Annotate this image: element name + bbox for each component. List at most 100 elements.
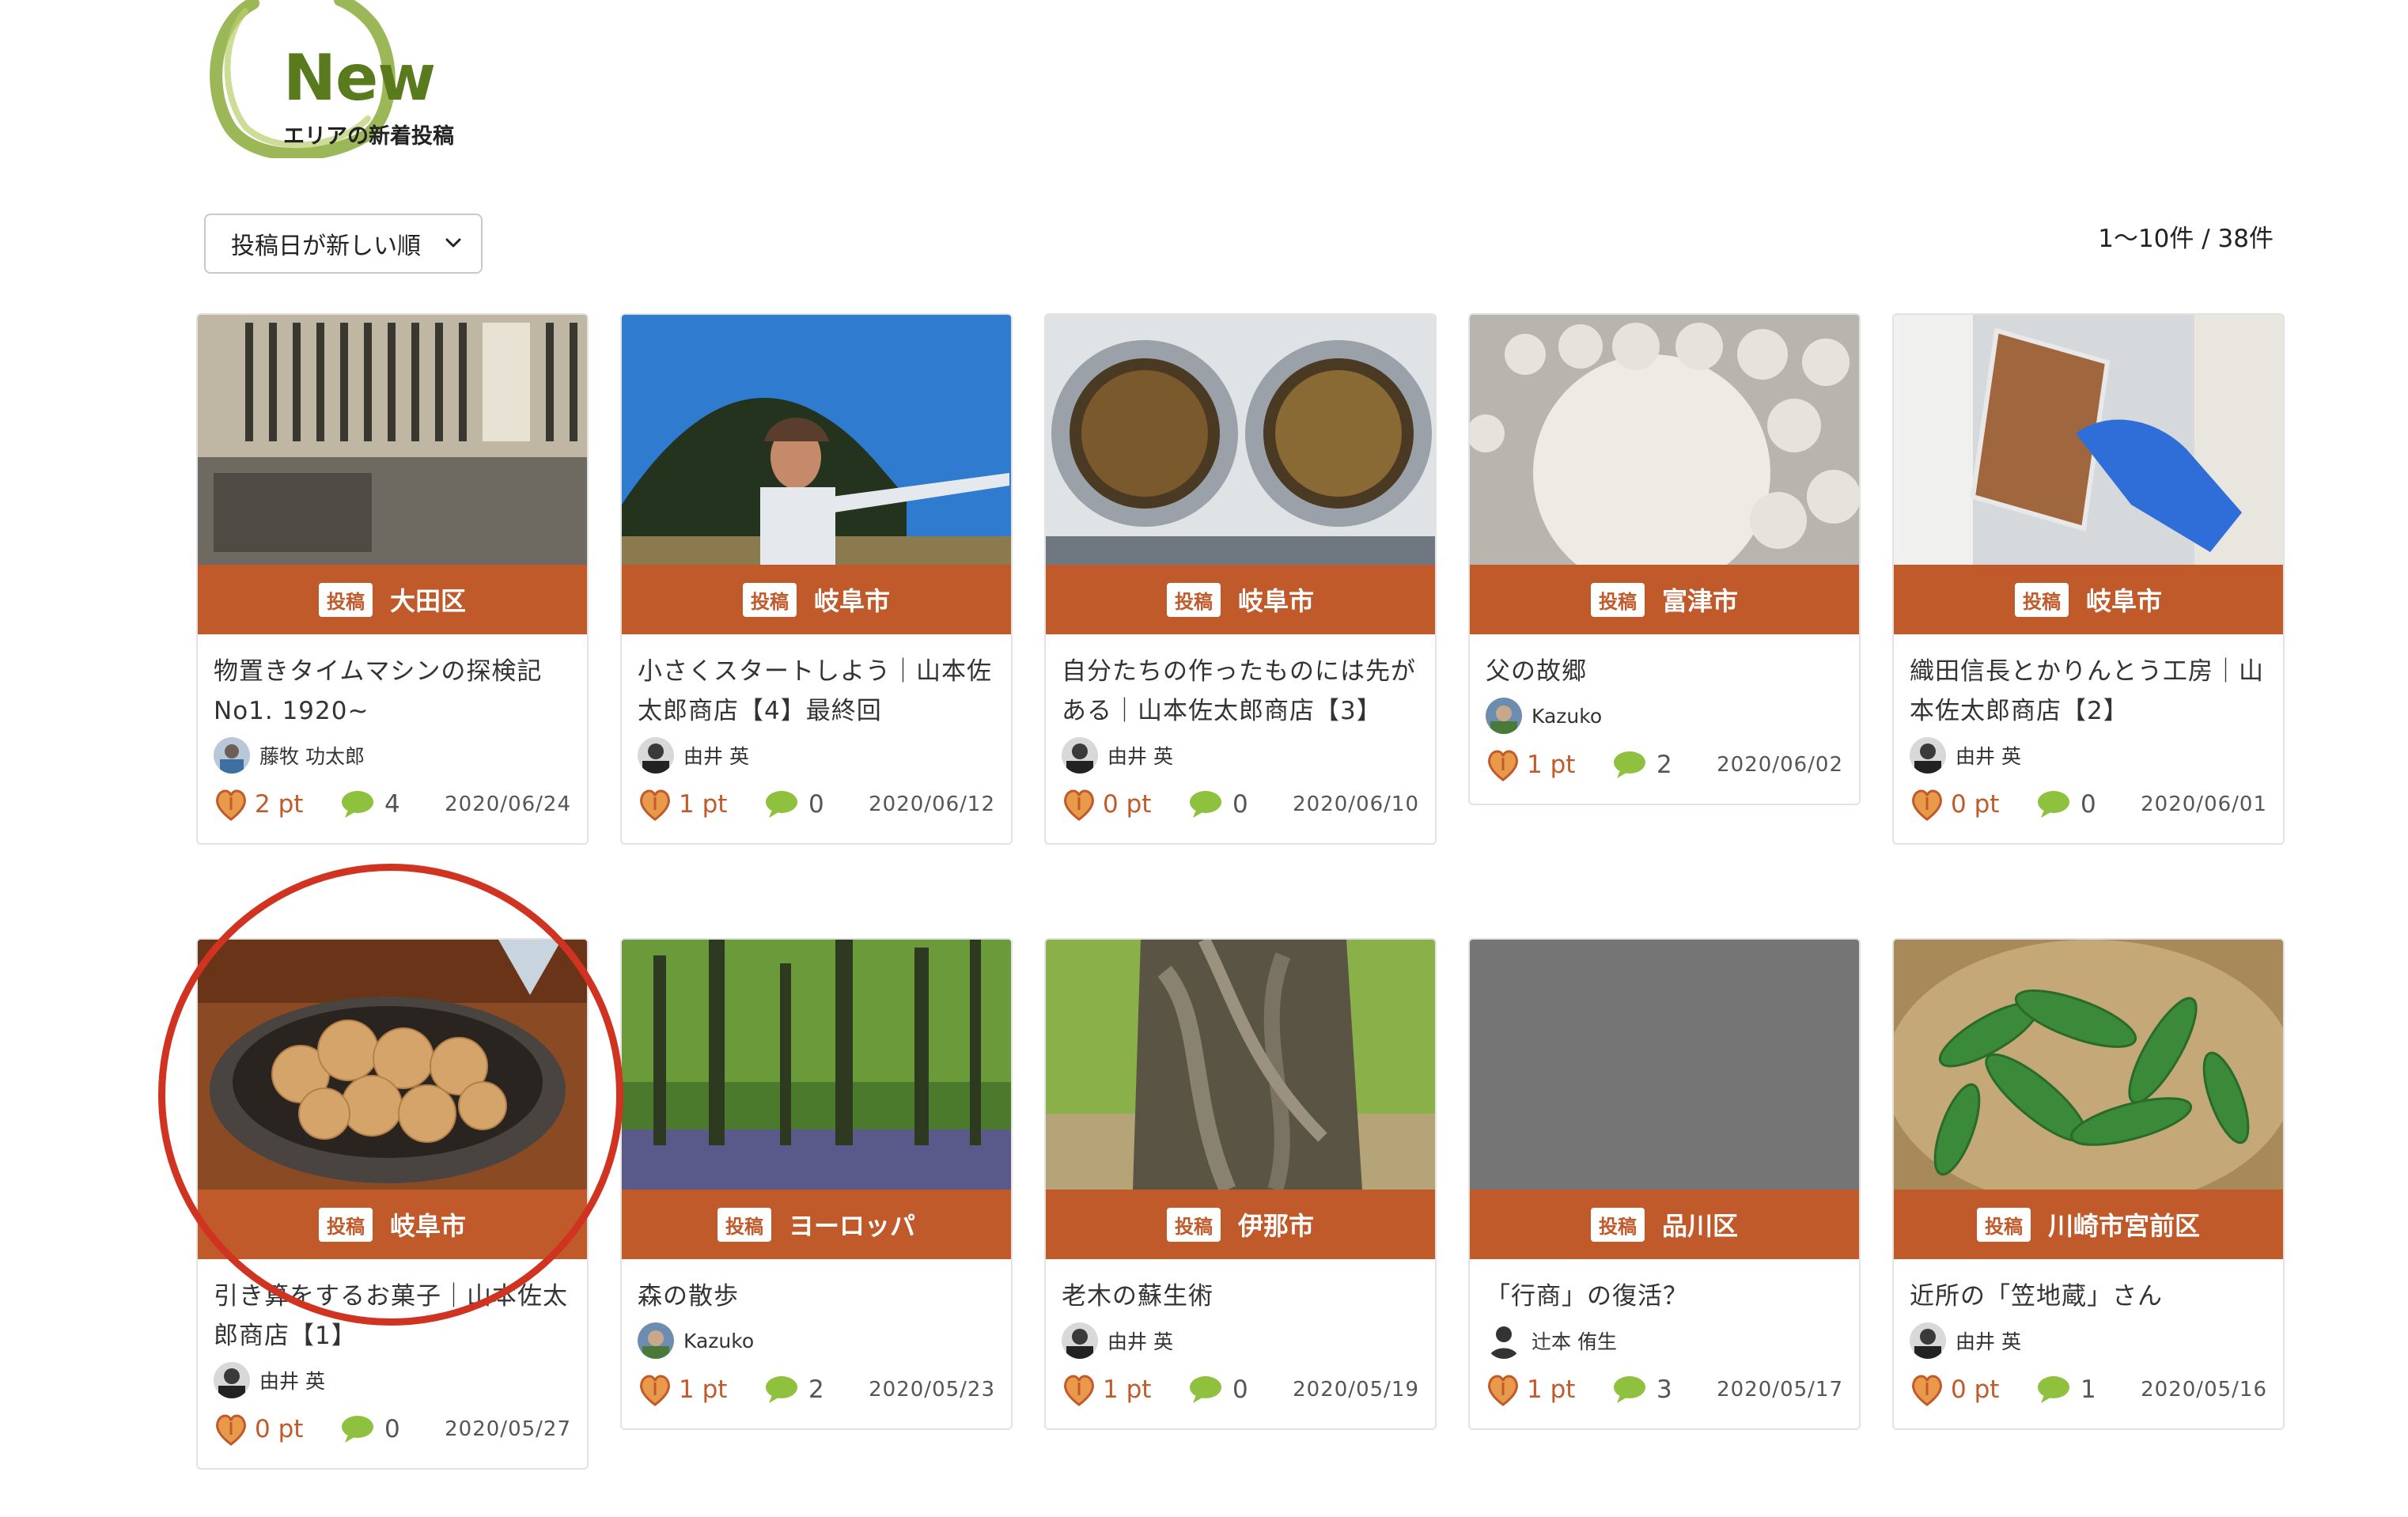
comments[interactable]: 0	[764, 789, 824, 819]
author-name[interactable]: 由井 英	[1956, 741, 2021, 770]
comments[interactable]: 1	[2036, 1375, 2096, 1405]
points[interactable]: 0 pt	[1910, 1373, 2036, 1406]
post-type-badge: 投稿	[318, 582, 373, 617]
author-name[interactable]: 由井 英	[683, 741, 749, 770]
points[interactable]: 0 pt	[1910, 788, 2036, 821]
comments[interactable]: 0	[340, 1414, 400, 1444]
post-title[interactable]: 小さくスタートしよう｜山本佐太郎商店【4】最終回	[638, 652, 995, 731]
points-value: 0 pt	[255, 1415, 304, 1443]
result-count: 1〜10件 / 38件	[2098, 225, 2274, 253]
post-area: 岐阜市	[2085, 586, 2162, 616]
post-type-badge: 投稿	[2014, 582, 2069, 617]
points[interactable]: 0 pt	[214, 1413, 340, 1446]
post-thumbnail-placeholder	[1470, 940, 1859, 1190]
points-value: 1 pt	[1527, 1375, 1576, 1404]
points-value: 0 pt	[1951, 1375, 2000, 1404]
post-title[interactable]: 父の故郷	[1486, 652, 1843, 691]
comment-bubble-icon	[2038, 1376, 2069, 1403]
post-category-band: 投稿 岐阜市	[622, 565, 1011, 634]
points[interactable]: 1 pt	[638, 1373, 764, 1406]
post-date: 2020/05/16	[2141, 1378, 2267, 1402]
post-card[interactable]: 投稿 岐阜市 引き算をするお菓子｜山本佐太郎商店【1】 由井 英 0 pt 0 …	[196, 938, 589, 1470]
comments-count: 0	[2080, 790, 2096, 819]
author-name[interactable]: 由井 英	[1107, 741, 1173, 770]
comments[interactable]: 0	[2036, 789, 2096, 819]
post-card[interactable]: 投稿 品川区 「行商」の復活？ 辻本 侑生 1 pt 3 2020/05/17	[1468, 938, 1861, 1430]
post-card[interactable]: 投稿 川崎市宮前区 近所の「笠地蔵」さん 由井 英 0 pt 1 2020/05…	[1892, 938, 2285, 1430]
author-name[interactable]: 由井 英	[259, 1366, 325, 1394]
post-type-badge: 投稿	[742, 582, 797, 617]
post-area: ヨーロッパ	[788, 1211, 915, 1241]
post-thumbnail	[1894, 315, 2283, 565]
post-thumbnail	[622, 315, 1011, 565]
post-title[interactable]: 老木の蘇生術	[1062, 1277, 1419, 1316]
post-card[interactable]: 投稿 岐阜市 織田信長とかりんとう工房｜山本佐太郎商店【2】 由井 英 0 pt…	[1892, 313, 2285, 845]
avatar	[638, 737, 674, 774]
post-title[interactable]: 引き算をするお菓子｜山本佐太郎商店【1】	[214, 1277, 571, 1356]
post-card[interactable]: 投稿 伊那市 老木の蘇生術 由井 英 1 pt 0 2020/05/19	[1044, 938, 1437, 1430]
post-title[interactable]: 「行商」の復活？	[1486, 1277, 1843, 1316]
comments[interactable]: 0	[1188, 789, 1248, 819]
post-thumbnail	[622, 940, 1011, 1190]
post-area: 伊那市	[1237, 1211, 1314, 1241]
logo-title: New	[283, 41, 436, 115]
sort-select-value: 投稿日が新しい順	[231, 233, 421, 260]
comment-bubble-icon	[1614, 1376, 1645, 1403]
post-card[interactable]: 投稿 ヨーロッパ 森の散歩 Kazuko 1 pt 2 2020/05/23	[620, 938, 1013, 1430]
author-name[interactable]: Kazuko	[1532, 705, 1602, 728]
points-value: 1 pt	[1103, 1375, 1152, 1404]
comment-bubble-icon	[342, 1416, 373, 1443]
heart-icon	[1912, 789, 1942, 821]
points[interactable]: 1 pt	[1486, 1373, 1612, 1406]
post-area: 岐阜市	[389, 1211, 466, 1241]
comments-count: 3	[1656, 1375, 1672, 1404]
heart-icon	[216, 789, 246, 821]
comment-bubble-icon	[766, 791, 797, 818]
post-date: 2020/05/19	[1293, 1378, 1419, 1402]
post-card[interactable]: 投稿 岐阜市 自分たちの作ったものには先がある｜山本佐太郎商店【3】 由井 英 …	[1044, 313, 1437, 845]
post-card[interactable]: 投稿 岐阜市 小さくスタートしよう｜山本佐太郎商店【4】最終回 由井 英 1 p…	[620, 313, 1013, 845]
points[interactable]: 1 pt	[638, 788, 764, 821]
sort-select[interactable]: 投稿日が新しい順	[204, 214, 483, 274]
comments-count: 0	[384, 1415, 400, 1443]
comments[interactable]: 3	[1612, 1375, 1672, 1405]
comments-count: 0	[1232, 1375, 1248, 1404]
post-card[interactable]: 投稿 大田区 物置きタイムマシンの探検記No1. 1920~ 藤牧 功太郎 2 …	[196, 313, 589, 845]
author-name[interactable]: Kazuko	[683, 1330, 754, 1352]
points[interactable]: 1 pt	[1062, 1373, 1188, 1406]
post-title[interactable]: 近所の「笠地蔵」さん	[1910, 1277, 2267, 1316]
author-name[interactable]: 辻本 侑生	[1532, 1326, 1617, 1355]
author-name[interactable]: 由井 英	[1107, 1326, 1173, 1355]
points[interactable]: 2 pt	[214, 788, 340, 821]
comments[interactable]: 0	[1188, 1375, 1248, 1405]
points-value: 1 pt	[679, 1375, 728, 1404]
post-category-band: 投稿 伊那市	[1046, 1190, 1435, 1259]
post-title[interactable]: 森の散歩	[638, 1277, 995, 1316]
post-thumbnail	[198, 940, 587, 1190]
comments[interactable]: 2	[1612, 750, 1672, 780]
points[interactable]: 1 pt	[1486, 748, 1612, 781]
author-name[interactable]: 藤牧 功太郎	[259, 741, 365, 770]
avatar	[214, 737, 250, 774]
post-area: 富津市	[1661, 586, 1738, 616]
comment-bubble-icon	[1190, 1376, 1221, 1403]
chevron-down-icon	[445, 238, 461, 248]
post-area: 川崎市宮前区	[2047, 1211, 2200, 1241]
comments[interactable]: 4	[340, 789, 400, 819]
post-area: 岐阜市	[813, 586, 890, 616]
comment-bubble-icon	[1190, 791, 1221, 818]
post-card[interactable]: 投稿 富津市 父の故郷 Kazuko 1 pt 2 2020/06/02	[1468, 313, 1861, 805]
comments-count: 2	[1656, 751, 1672, 779]
post-date: 2020/06/01	[2141, 793, 2267, 816]
avatar	[1486, 698, 1522, 734]
comments[interactable]: 2	[764, 1375, 824, 1405]
post-title[interactable]: 自分たちの作ったものには先がある｜山本佐太郎商店【3】	[1062, 652, 1419, 731]
heart-icon	[216, 1414, 246, 1446]
logo-subtitle: エリアの新着投稿	[283, 124, 454, 149]
post-title[interactable]: 物置きタイムマシンの探検記No1. 1920~	[214, 652, 571, 731]
points-value: 1 pt	[679, 790, 728, 819]
points[interactable]: 0 pt	[1062, 788, 1188, 821]
post-title[interactable]: 織田信長とかりんとう工房｜山本佐太郎商店【2】	[1910, 652, 2267, 731]
author-name[interactable]: 由井 英	[1956, 1326, 2021, 1355]
post-category-band: 投稿 岐阜市	[1046, 565, 1435, 634]
